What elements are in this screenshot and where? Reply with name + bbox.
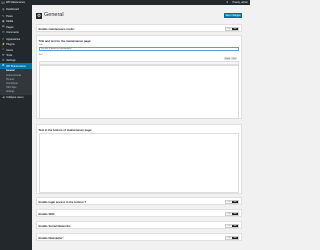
sidebar-item-label: Tools	[6, 53, 13, 57]
sidebar-item-label: Media	[6, 20, 14, 24]
toggle-off[interactable]: No	[232, 213, 238, 215]
page-title: General	[44, 12, 64, 18]
sidebar-item-label: Appearance	[6, 38, 21, 42]
sidebar-item-label: Comments	[6, 30, 19, 34]
enable-seo-toggle[interactable]: On No	[225, 212, 239, 216]
submenu-item-settings[interactable]: Settings	[0, 90, 32, 94]
enable-newsletter-panel: Enable Newsletter: On No	[36, 233, 242, 241]
title-text-panel: Title and text for the maintenance page:…	[36, 35, 242, 119]
user-icon: ☺	[1, 47, 5, 52]
sidebar-item-dashboard[interactable]: ◍ Dashboard	[0, 7, 32, 12]
submenu: General Colors & Fonts Pictures CountDow…	[0, 68, 32, 95]
pin-icon: ✎	[1, 13, 5, 18]
title-input[interactable]: This site is down for maintenance	[38, 47, 239, 51]
enable-social-toggle[interactable]: On No	[225, 224, 239, 228]
comment-icon: ✉	[1, 29, 5, 34]
enable-newsletter-label: Enable Newsletter:	[38, 236, 64, 241]
media-icon: ▣	[1, 19, 5, 24]
enable-maintenance-label: Enable maintenance mode:	[38, 27, 75, 32]
sidebar-item-label: Dashboard	[6, 7, 19, 11]
sidebar-item-label: WP Maintenance	[6, 64, 26, 68]
gear-icon: ⚙	[1, 63, 5, 68]
sidebar-item-label: Pages	[6, 25, 14, 29]
sidebar-item-label: Settings	[6, 59, 16, 63]
settings-icon: ⚙	[1, 57, 5, 62]
brush-icon: ✐	[1, 36, 5, 41]
footer-text-heading: Text in the bottom of maintenance page:	[38, 128, 93, 132]
enable-login-label: Enable login access in the bottom ?	[38, 200, 87, 205]
footer-text-editor[interactable]	[38, 133, 239, 193]
page-icon: ▤	[1, 24, 5, 29]
dashboard-icon: ◍	[1, 6, 5, 11]
wrench-icon: ⚒	[1, 52, 5, 57]
main-content: ⚙ General Save Changes Enable maintenanc…	[32, 5, 250, 250]
text-label: Text	[38, 54, 43, 56]
sidebar-item-label: Posts	[6, 15, 13, 19]
title-label: Title	[38, 44, 43, 46]
text-editor-area[interactable]	[38, 64, 239, 119]
sidebar-item-wp-maintenance[interactable]: ⚙ WP Maintenance	[0, 63, 32, 69]
admin-sidebar: ◍ Dashboard ✎ Posts ▣ Media ▤ Pages ✉ Co…	[0, 5, 32, 250]
enable-social-panel: Enable Social Networks: On No	[36, 221, 242, 229]
save-button[interactable]: Save Changes	[224, 13, 242, 18]
page-header: ⚙ General Save Changes	[36, 12, 242, 20]
enable-maintenance-panel: Enable maintenance mode: On No	[36, 24, 242, 32]
enable-maintenance-toggle[interactable]: On No	[225, 27, 239, 31]
toggle-off[interactable]: No	[232, 201, 238, 203]
sidebar-item-label: Users	[6, 48, 13, 52]
enable-social-label: Enable Social Networks:	[38, 224, 72, 229]
enable-seo-panel: Enable SEO: On No	[36, 209, 242, 217]
enable-login-panel: Enable login access in the bottom ? On N…	[36, 197, 242, 205]
sidebar-item-comments[interactable]: ✉ Comments	[0, 30, 32, 35]
enable-seo-label: Enable SEO:	[38, 212, 56, 217]
plugin-icon: ⚡	[1, 42, 6, 47]
toggle-off[interactable]: No	[232, 237, 238, 239]
footer-text-panel: Text in the bottom of maintenance page:	[36, 124, 242, 194]
collapse-menu-button[interactable]: ◀ Collapse menu	[0, 95, 32, 100]
toggle-off[interactable]: No	[232, 28, 238, 30]
enable-login-toggle[interactable]: On No	[225, 200, 239, 204]
gear-icon: ⚙	[36, 12, 42, 19]
collapse-menu-label: Collapse menu	[6, 95, 24, 99]
enable-newsletter-toggle[interactable]: On No	[225, 236, 239, 240]
toggle-off[interactable]: No	[232, 225, 238, 227]
sidebar-item-label: Plugins	[6, 43, 15, 47]
collapse-icon: ◀	[2, 94, 5, 99]
title-text-heading: Title and text for the maintenance page:	[38, 39, 92, 43]
